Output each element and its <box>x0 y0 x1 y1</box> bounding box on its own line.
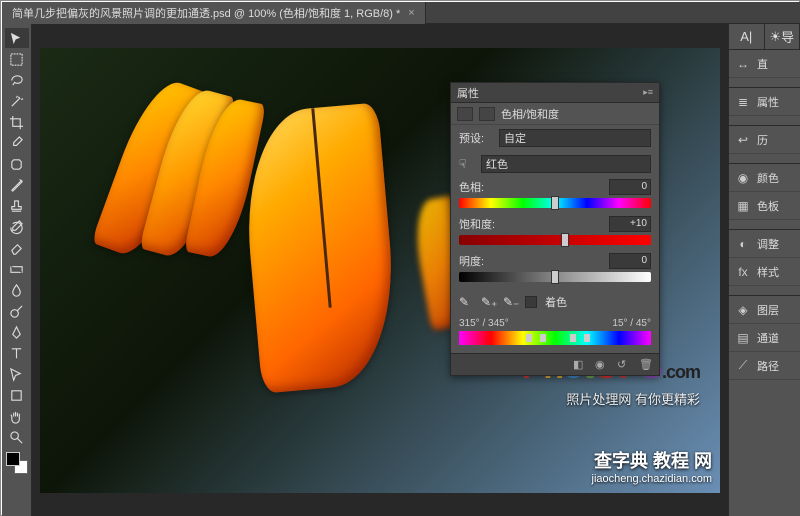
trash-icon[interactable]: 🗑 <box>639 358 653 372</box>
hue-label: 色相: <box>459 179 484 195</box>
range-right: 15° / 45° <box>612 318 651 329</box>
hue-value[interactable]: 0 <box>609 179 651 195</box>
eyedropper-add-icon[interactable]: ✎₊ <box>481 295 495 309</box>
pen-tool[interactable] <box>5 322 29 342</box>
panel-footer: ◧ ◉ ↺ 🗑 <box>451 353 659 375</box>
channels-panel-button[interactable]: ▤通道 <box>729 324 800 352</box>
character-panel-icon[interactable]: A| <box>729 24 765 49</box>
path-tool[interactable] <box>5 364 29 384</box>
eyedropper-sub-icon[interactable]: ✎₋ <box>503 295 517 309</box>
styles-panel-button[interactable]: fx样式 <box>729 258 800 286</box>
layers-panel-button[interactable]: ◈图层 <box>729 296 800 324</box>
text-tool[interactable] <box>5 343 29 363</box>
adjustment-name: 色相/饱和度 <box>501 106 559 122</box>
document-tab-bar: 简单几步把偏灰的风景照片调的更加通透.psd @ 100% (色相/饱和度 1,… <box>2 2 800 24</box>
lightness-label: 明度: <box>459 253 484 269</box>
prev-state-icon[interactable]: ◉ <box>595 358 609 372</box>
canvas-area: PhotOPS.com 照片处理网 有你更精彩 查字典 教程 网 jiaoche… <box>32 24 728 516</box>
mask-icon[interactable] <box>479 107 495 121</box>
eraser-tool[interactable] <box>5 238 29 258</box>
hand-tool[interactable] <box>5 406 29 426</box>
history-brush-tool[interactable] <box>5 217 29 237</box>
color-panel-button[interactable]: ◉颜色 <box>729 164 800 192</box>
targeted-adjust-icon[interactable]: ☟ <box>459 157 475 171</box>
lightness-value[interactable]: 0 <box>609 253 651 269</box>
paths-panel-button[interactable]: ⟋路径 <box>729 352 800 380</box>
adjustment-header: 色相/饱和度 <box>451 103 659 125</box>
right-dock: A| ☀ 导 ↔直 ≣属性 ↩历 ◉颜色 ▦色板 ◐调整 fx样式 ◈图层 ▤通… <box>728 24 800 516</box>
close-icon[interactable]: × <box>408 7 414 19</box>
magic-wand-tool[interactable] <box>5 91 29 111</box>
tool-panel <box>2 24 32 516</box>
preset-label: 预设: <box>459 130 493 146</box>
colorize-checkbox[interactable] <box>525 296 537 308</box>
saturation-slider-row: 饱和度: +10 <box>451 214 659 251</box>
range-left: 315° / 345° <box>459 318 509 329</box>
color-range-strip[interactable]: 315° / 345° 15° / 45° <box>451 316 659 353</box>
gradient-tool[interactable] <box>5 259 29 279</box>
panel-header[interactable]: 属性 ▸≡ <box>451 83 659 103</box>
lightness-slider-row: 明度: 0 <box>451 251 659 288</box>
line-panel-button[interactable]: ↔直 <box>729 50 800 78</box>
shape-tool[interactable] <box>5 385 29 405</box>
guide-panel-button[interactable]: ☀ 导 <box>765 24 800 49</box>
saturation-value[interactable]: +10 <box>609 216 651 232</box>
clip-icon[interactable]: ◧ <box>573 358 587 372</box>
lightness-slider[interactable] <box>459 272 651 282</box>
lasso-tool[interactable] <box>5 70 29 90</box>
healing-tool[interactable] <box>5 154 29 174</box>
marquee-tool[interactable] <box>5 49 29 69</box>
adjustment-icon <box>457 107 473 121</box>
dodge-tool[interactable] <box>5 301 29 321</box>
brush-tool[interactable] <box>5 175 29 195</box>
document-tab-title: 简单几步把偏灰的风景照片调的更加通透.psd @ 100% (色相/饱和度 1,… <box>12 5 400 21</box>
channel-select[interactable]: 红色 <box>481 155 651 173</box>
saturation-slider[interactable] <box>459 235 651 245</box>
watermark-site: 查字典 教程 网 jiaocheng.chazidian.com <box>592 447 712 485</box>
colorize-label: 着色 <box>545 294 567 310</box>
panel-menu-icon[interactable]: ▸≡ <box>643 87 653 98</box>
properties-panel: 属性 ▸≡ 色相/饱和度 预设: 自定 ☟ 红色 色相: 0 <box>450 82 660 376</box>
swatches-panel-button[interactable]: ▦色板 <box>729 192 800 220</box>
panel-title: 属性 <box>457 85 479 101</box>
zoom-tool[interactable] <box>5 427 29 447</box>
properties-panel-button[interactable]: ≣属性 <box>729 88 800 116</box>
eyedropper-icon[interactable]: ✎ <box>459 295 473 309</box>
hue-slider[interactable] <box>459 198 651 208</box>
stamp-tool[interactable] <box>5 196 29 216</box>
crop-tool[interactable] <box>5 112 29 132</box>
move-tool[interactable] <box>5 28 29 48</box>
preset-select[interactable]: 自定 <box>499 129 651 147</box>
hue-slider-row: 色相: 0 <box>451 177 659 214</box>
adjustments-panel-button[interactable]: ◐调整 <box>729 230 800 258</box>
blur-tool[interactable] <box>5 280 29 300</box>
history-panel-button[interactable]: ↩历 <box>729 126 800 154</box>
color-swatch[interactable] <box>6 452 28 474</box>
saturation-label: 饱和度: <box>459 216 495 232</box>
reset-icon[interactable]: ↺ <box>617 358 631 372</box>
eyedropper-tool[interactable] <box>5 133 29 153</box>
document-tab[interactable]: 简单几步把偏灰的风景照片调的更加通透.psd @ 100% (色相/饱和度 1,… <box>2 2 426 24</box>
